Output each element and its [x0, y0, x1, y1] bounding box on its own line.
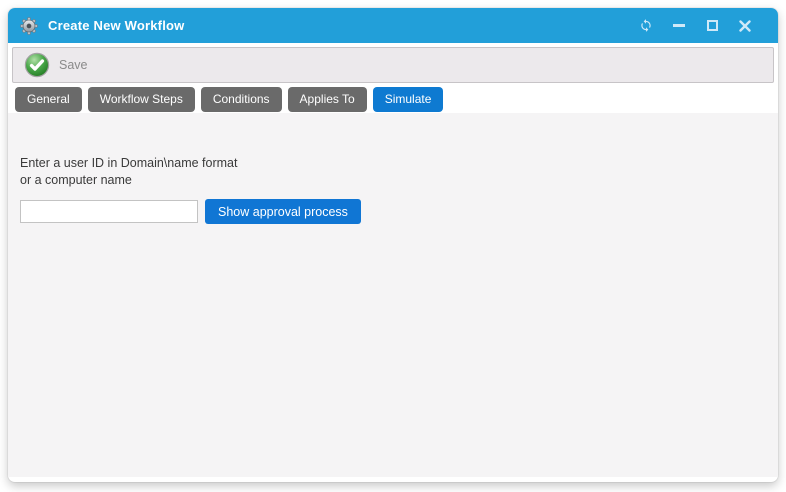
- minimize-icon[interactable]: [672, 19, 686, 33]
- instruction-line-1: Enter a user ID in Domain\name format: [20, 155, 766, 172]
- instructions-text: Enter a user ID in Domain\name format or…: [20, 155, 766, 189]
- toolbar: Save: [12, 47, 774, 83]
- save-button-label: Save: [59, 58, 88, 72]
- instruction-line-2: or a computer name: [20, 172, 766, 189]
- tab-bar: General Workflow Steps Conditions Applie…: [15, 87, 778, 112]
- show-approval-process-button[interactable]: Show approval process: [205, 199, 361, 224]
- green-check-circle-icon: [24, 52, 50, 78]
- tab-applies-to[interactable]: Applies To: [288, 87, 367, 112]
- tab-workflow-steps[interactable]: Workflow Steps: [88, 87, 195, 112]
- tab-conditions[interactable]: Conditions: [201, 87, 282, 112]
- close-icon[interactable]: [738, 19, 752, 33]
- user-id-input[interactable]: [20, 200, 198, 223]
- tab-simulate[interactable]: Simulate: [373, 87, 444, 112]
- tab-general[interactable]: General: [15, 87, 82, 112]
- refresh-icon[interactable]: [639, 19, 653, 33]
- window-title: Create New Workflow: [48, 18, 639, 33]
- maximize-icon[interactable]: [705, 19, 719, 33]
- window-controls: [639, 19, 752, 33]
- save-button[interactable]: Save: [24, 52, 88, 78]
- titlebar: Create New Workflow: [8, 8, 778, 43]
- simulate-input-row: Show approval process: [20, 199, 766, 224]
- simulate-panel: Enter a user ID in Domain\name format or…: [8, 113, 778, 477]
- create-workflow-window: Create New Workflow: [8, 8, 778, 482]
- gear-icon: [20, 17, 38, 35]
